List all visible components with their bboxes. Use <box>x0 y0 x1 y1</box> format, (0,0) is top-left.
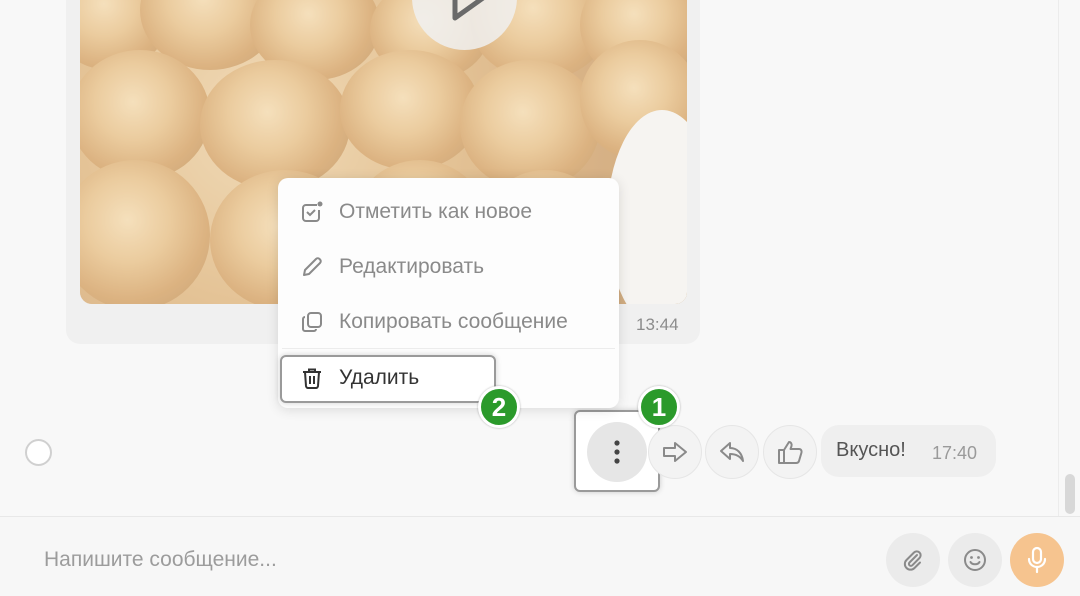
forward-icon <box>663 442 687 462</box>
microphone-icon <box>1027 546 1047 574</box>
message-select-checkbox[interactable] <box>25 439 52 466</box>
mark-unread-icon <box>300 200 324 224</box>
menu-item-label: Копировать сообщение <box>339 310 568 333</box>
chat-area: 13:44 Вкусно! 17:40 Отметить как новое Р… <box>0 0 1080 516</box>
menu-item-mark-unread[interactable]: Отметить как новое <box>278 187 619 237</box>
copy-icon <box>300 310 324 334</box>
menu-item-delete-label: Удалить <box>339 366 420 389</box>
trash-icon <box>300 366 324 390</box>
pencil-icon <box>300 255 324 279</box>
emoji-button[interactable] <box>948 533 1002 587</box>
menu-item-label: Отметить как новое <box>339 200 533 223</box>
step-badge-1: 1 <box>638 386 680 428</box>
emoji-icon <box>964 549 986 571</box>
message-time: 17:40 <box>932 443 978 463</box>
menu-divider <box>282 348 615 349</box>
attach-button[interactable] <box>886 533 940 587</box>
media-message-time: 13:44 <box>636 315 679 334</box>
attach-icon <box>903 550 922 571</box>
play-icon <box>452 0 484 20</box>
microphone-button[interactable] <box>1010 533 1064 587</box>
step-badge-2: 2 <box>478 386 520 428</box>
more-options-button[interactable] <box>587 422 647 482</box>
message-input[interactable] <box>44 548 844 572</box>
reply-icon <box>720 442 744 462</box>
message-text: Вкусно! <box>836 439 906 461</box>
more-icon <box>614 440 620 464</box>
like-icon <box>778 441 803 464</box>
scrollbar-thumb[interactable] <box>1065 474 1075 514</box>
reply-button[interactable] <box>705 425 759 479</box>
scrollbar-track[interactable] <box>1058 0 1080 516</box>
like-button[interactable] <box>763 425 817 479</box>
menu-item-label: Редактировать <box>339 255 485 278</box>
forward-button[interactable] <box>648 425 702 479</box>
menu-item-edit[interactable]: Редактировать <box>278 242 619 292</box>
menu-item-copy[interactable]: Копировать сообщение <box>278 297 619 347</box>
